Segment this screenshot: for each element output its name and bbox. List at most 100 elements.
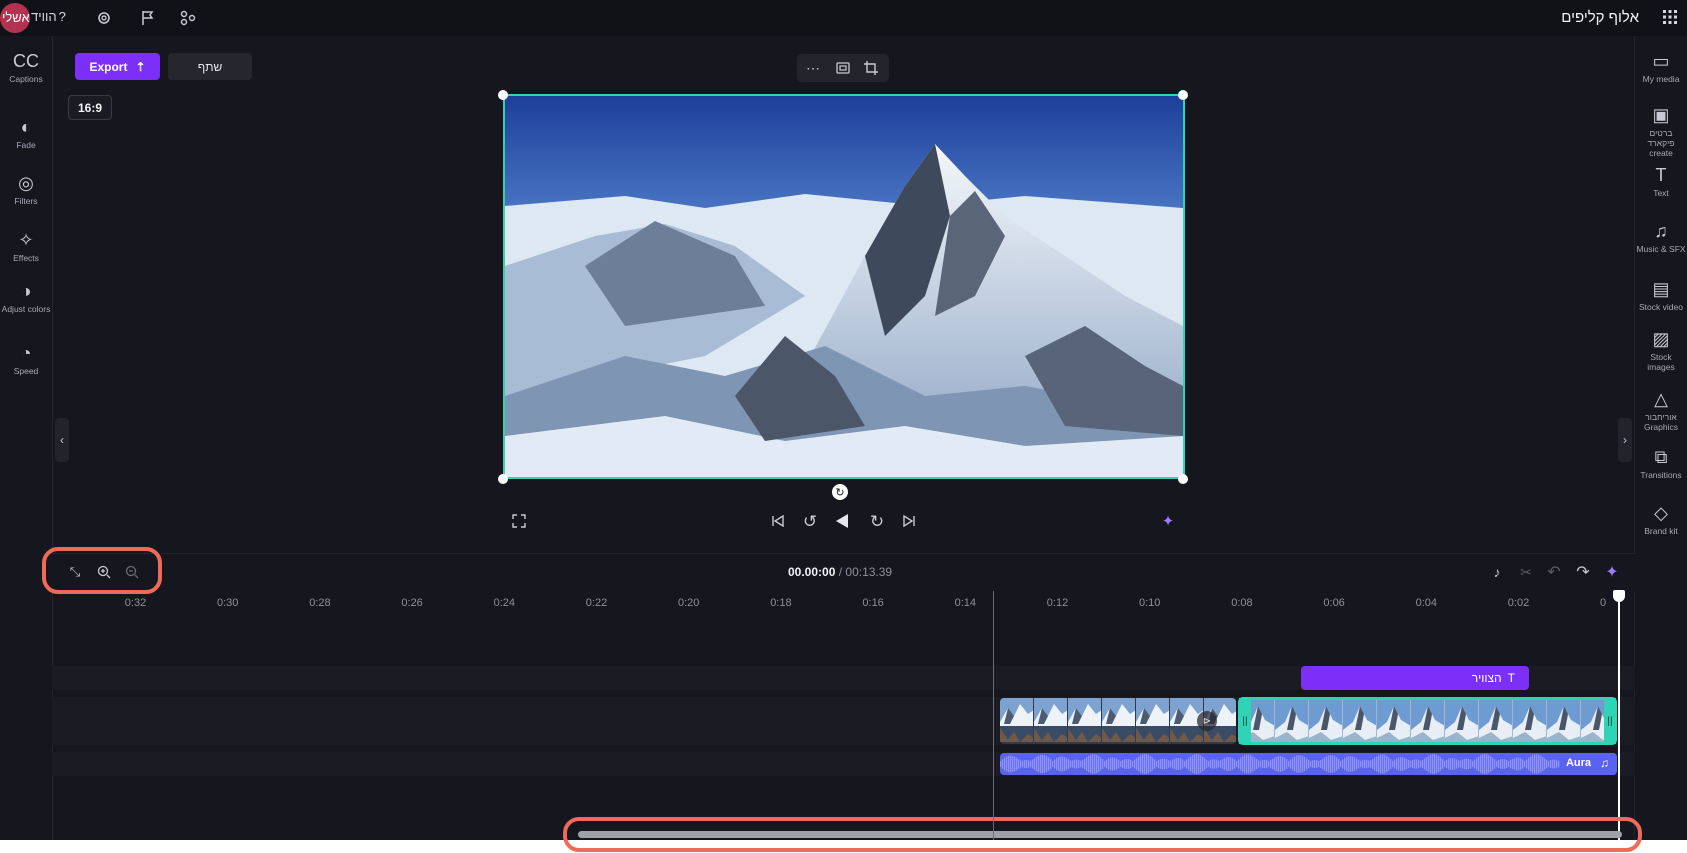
more-options-icon[interactable]: ⋯	[803, 58, 823, 78]
sidebar-item-adjust-colors[interactable]: ◑ Adjust colors	[0, 280, 52, 314]
sidebar-item-stock-images[interactable]: ▨ Stock images	[1635, 328, 1687, 372]
help-label: הוויד	[31, 9, 57, 24]
timeline-ruler[interactable]: 0 0:02 0:04 0:06 0:08 0:10 0:12 0:14 0:16 0:18 0:2…	[52, 591, 1635, 613]
clip-thumbnail	[1068, 698, 1101, 742]
rewind-5s-icon[interactable]: ↺	[799, 511, 821, 533]
settings-icon[interactable]	[94, 8, 114, 28]
sidebar-item-label: Fade	[16, 140, 36, 150]
share-network-icon[interactable]	[178, 8, 198, 28]
upload-icon: ⇡	[135, 59, 146, 74]
ruler-tick-label: 0	[1600, 597, 1607, 609]
video-preview[interactable]	[503, 94, 1185, 479]
sidebar-item-label: Text	[1653, 188, 1669, 198]
skip-to-start-icon[interactable]	[768, 511, 788, 531]
ruler-tick-label: 0:02	[1507, 597, 1530, 609]
rotate-handle-icon[interactable]: ↻	[832, 484, 848, 500]
playhead[interactable]	[1618, 591, 1620, 840]
ruler-tick-label: 0:32	[124, 597, 147, 609]
add-audio-icon[interactable]: ♪	[1487, 562, 1507, 582]
aspect-ratio-label: 16:9	[77, 100, 103, 115]
clip-thumbnail	[1513, 700, 1546, 742]
help-icon: ?	[58, 9, 66, 24]
adjust-colors-icon: ◑	[20, 281, 32, 301]
flag-icon[interactable]	[137, 8, 157, 28]
fit-icon[interactable]	[833, 58, 853, 78]
stock-images-icon: ▨	[1652, 329, 1670, 349]
crop-icon[interactable]	[861, 58, 881, 78]
sidebar-item-text[interactable]: T Text	[1635, 164, 1687, 198]
music-sfx-icon: ♫	[1654, 221, 1668, 241]
trim-handle-right[interactable]: ||	[1604, 698, 1616, 744]
sidebar-item-label: ברטים פיקארד create	[1647, 128, 1675, 158]
ruler-tick-label: 0:04	[1415, 597, 1438, 609]
ruler-tick-label: 0:22	[585, 597, 608, 609]
text-clip[interactable]: הצוויר T	[1301, 666, 1529, 690]
ruler-tick-label: 0:16	[862, 597, 884, 609]
collapse-right-panel-button[interactable]: ›	[1618, 418, 1632, 462]
clipchamp-editor: אשלי הוויד ? אלוף קליפים CC Captions ◐ Fade…	[0, 0, 1687, 840]
sidebar-item-label: Music & SFX	[1636, 244, 1686, 254]
music-note-icon: ♫	[1600, 756, 1609, 770]
split-icon[interactable]: ✂	[1516, 562, 1536, 582]
video-clip-mountain[interactable]	[1238, 697, 1617, 745]
properties-sidebar: CC Captions ◐ Fade ◎ Filters ✧ Effects ◑ Adjust c…	[0, 36, 53, 840]
mountain-image	[505, 96, 1183, 477]
clip-thumbnail	[1547, 700, 1580, 742]
collapse-left-panel-button[interactable]: ‹	[55, 418, 69, 462]
speed-icon: ◔	[20, 343, 32, 363]
zoom-controls-highlight	[42, 547, 162, 594]
resize-handle-top-left[interactable]	[498, 90, 508, 100]
sidebar-item-my-media[interactable]: ▭ My media	[1635, 50, 1687, 84]
text-clip-label: הצוויר	[1471, 671, 1502, 685]
sidebar-item-effects[interactable]: ✧ Effects	[0, 229, 52, 263]
brand-kit-icon: ◇	[1654, 503, 1668, 523]
sidebar-item-filters[interactable]: ◎ Filters	[0, 172, 52, 206]
share-button[interactable]: שתף	[168, 53, 252, 80]
undo-icon[interactable]: ↶	[1544, 562, 1564, 582]
play-icon[interactable]	[832, 511, 852, 531]
forward-5s-icon[interactable]: ↻	[866, 511, 888, 533]
skip-to-end-icon[interactable]	[899, 511, 919, 531]
preview-toolbar: ⋯	[797, 54, 889, 82]
sidebar-item-record-create[interactable]: ▣ ברטים פיקארד create	[1635, 104, 1687, 158]
sidebar-item-transitions[interactable]: ⧉ Transitions	[1635, 446, 1687, 480]
resize-handle-top-right[interactable]	[1178, 90, 1188, 100]
ruler-tick-label: 0:14	[954, 597, 977, 609]
project-title[interactable]: אלוף קליפים	[1561, 9, 1639, 26]
apps-grid-icon[interactable]	[1662, 9, 1678, 25]
resize-handle-bottom-right[interactable]	[1178, 474, 1188, 484]
time-separator: /	[835, 565, 846, 579]
sidebar-item-captions[interactable]: CC Captions	[0, 50, 52, 84]
resize-handle-bottom-left[interactable]	[498, 474, 508, 484]
ruler-tick-label: 0:26	[401, 597, 423, 609]
trim-handle-left[interactable]: ||	[1239, 698, 1251, 744]
clip-thumbnail	[1411, 700, 1444, 742]
audio-clip[interactable]: Aura ♫	[1000, 753, 1617, 775]
export-button[interactable]: Export ⇡	[75, 53, 160, 80]
scrollbar-highlight	[563, 817, 1642, 852]
clip-thumbnail	[1377, 700, 1410, 742]
sidebar-item-fade[interactable]: ◐ Fade	[0, 116, 52, 150]
redo-icon[interactable]: ↷	[1573, 562, 1593, 582]
sidebar-item-brand-kit[interactable]: ◇ Brand kit	[1635, 502, 1687, 536]
filters-icon: ◎	[18, 173, 34, 193]
top-bar: אשלי הוויד ? אלוף קליפים	[0, 0, 1687, 36]
transition-marker-icon[interactable]: ⊳	[1197, 711, 1217, 731]
sidebar-item-graphics[interactable]: △ אוריחבור Graphics	[1635, 388, 1687, 432]
graphics-icon: △	[1654, 389, 1668, 409]
ruler-tick-label: 0:10	[1139, 597, 1161, 609]
playhead-handle[interactable]	[1613, 590, 1625, 602]
current-time: 00.00:00	[788, 565, 836, 579]
transitions-icon: ⧉	[1654, 447, 1668, 467]
ai-sparkle-icon[interactable]: ✦	[1602, 562, 1622, 582]
aspect-ratio-button[interactable]: 16:9	[68, 95, 112, 120]
help-button[interactable]: הוויד ?	[31, 9, 66, 24]
sidebar-item-music-sfx[interactable]: ♫ Music & SFX	[1635, 220, 1687, 254]
magic-edit-icon[interactable]: ✦	[1157, 511, 1179, 531]
sidebar-item-speed[interactable]: ◔ Speed	[0, 342, 52, 376]
sidebar-item-stock-video[interactable]: ▤ Stock video	[1635, 278, 1687, 312]
stock-video-icon: ▤	[1652, 279, 1670, 299]
text-icon: T	[1507, 671, 1515, 685]
export-label: Export	[89, 59, 128, 74]
fullscreen-icon[interactable]	[509, 511, 529, 531]
